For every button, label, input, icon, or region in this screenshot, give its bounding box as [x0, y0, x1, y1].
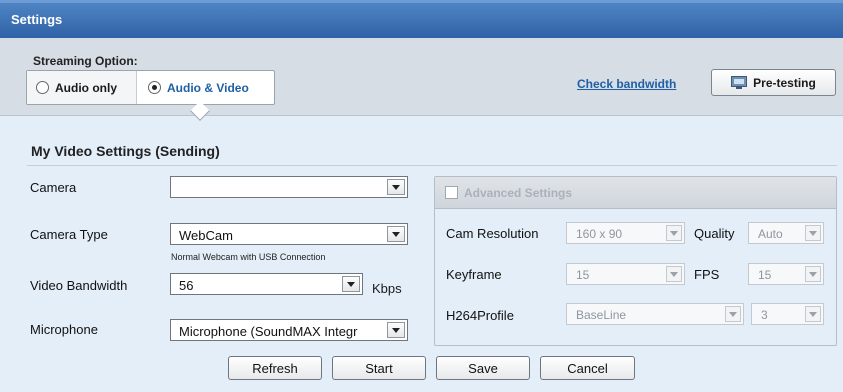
- camera-type-label: Camera Type: [30, 227, 108, 242]
- chevron-down-icon[interactable]: [342, 276, 360, 292]
- fps-label: FPS: [694, 267, 720, 282]
- fps-select[interactable]: 15: [748, 263, 824, 285]
- advanced-settings-header: Advanced Settings: [435, 177, 836, 209]
- chevron-down-icon[interactable]: [725, 306, 741, 322]
- streaming-option-band: Streaming Option: Audio only Audio & Vid…: [0, 38, 843, 121]
- camera-type-hint: Normal Webcam with USB Connection: [171, 252, 326, 262]
- radio-audio-only[interactable]: Audio only: [27, 71, 137, 104]
- h264-profile-value: BaseLine: [576, 308, 627, 322]
- cam-resolution-value: 160 x 90: [576, 227, 623, 241]
- chevron-down-icon[interactable]: [666, 225, 682, 241]
- advanced-settings-panel: Advanced Settings Cam Resolution 160 x 9…: [434, 176, 837, 346]
- quality-label: Quality: [694, 226, 735, 241]
- h264-profile-select[interactable]: BaseLine: [566, 303, 744, 325]
- section-divider: [27, 165, 837, 166]
- video-bandwidth-label: Video Bandwidth: [30, 278, 128, 293]
- cam-resolution-label: Cam Resolution: [446, 226, 539, 241]
- refresh-button[interactable]: Refresh: [228, 356, 322, 380]
- radio-audio-video-circle[interactable]: [148, 81, 161, 94]
- start-button[interactable]: Start: [332, 356, 426, 380]
- chevron-down-icon[interactable]: [805, 306, 821, 322]
- chevron-down-icon[interactable]: [805, 266, 821, 282]
- fps-value: 15: [758, 268, 772, 282]
- window-title-bar: Settings: [0, 0, 843, 38]
- microphone-label: Microphone: [30, 322, 98, 337]
- chevron-down-icon[interactable]: [805, 225, 821, 241]
- microphone-value: Microphone (SoundMAX Integr: [179, 324, 358, 339]
- streaming-option-radio-group: Audio only Audio & Video: [26, 70, 275, 105]
- cam-resolution-select[interactable]: 160 x 90: [566, 222, 685, 244]
- camera-type-value: WebCam: [179, 228, 233, 243]
- h264-profile-label: H264Profile: [446, 308, 514, 323]
- check-bandwidth-link[interactable]: Check bandwidth: [577, 77, 676, 91]
- keyframe-value: 15: [576, 268, 590, 282]
- video-bandwidth-select[interactable]: 56: [170, 273, 363, 295]
- video-bandwidth-value: 56: [179, 278, 194, 293]
- advanced-settings-title: Advanced Settings: [464, 186, 573, 200]
- pre-testing-button[interactable]: Pre-testing: [711, 69, 836, 96]
- camera-label: Camera: [30, 180, 77, 195]
- camera-type-select[interactable]: WebCam: [170, 223, 408, 245]
- radio-audio-video-label: Audio & Video: [167, 80, 249, 95]
- chevron-down-icon[interactable]: [387, 226, 405, 242]
- monitor-icon: [731, 76, 748, 89]
- streaming-option-label: Streaming Option:: [33, 54, 138, 68]
- keyframe-label: Keyframe: [446, 267, 502, 282]
- advanced-settings-checkbox[interactable]: [445, 186, 458, 199]
- quality-select[interactable]: Auto: [748, 222, 824, 244]
- quality-value: Auto: [758, 227, 783, 241]
- chevron-down-icon[interactable]: [666, 266, 682, 282]
- chevron-down-icon[interactable]: [387, 322, 405, 338]
- radio-audio-video[interactable]: Audio & Video: [138, 71, 274, 104]
- window-title: Settings: [11, 12, 63, 27]
- h264-level-value: 3: [761, 308, 768, 322]
- pre-testing-label: Pre-testing: [753, 75, 816, 90]
- save-button[interactable]: Save: [436, 356, 530, 380]
- microphone-select[interactable]: Microphone (SoundMAX Integr: [170, 319, 408, 341]
- chevron-down-icon[interactable]: [387, 179, 405, 195]
- radio-audio-only-label: Audio only: [55, 80, 117, 95]
- bandwidth-unit: Kbps: [372, 281, 402, 296]
- cancel-button[interactable]: Cancel: [540, 356, 635, 380]
- h264-level-select[interactable]: 3: [751, 303, 824, 325]
- video-settings-title: My Video Settings (Sending): [31, 143, 220, 159]
- radio-audio-only-circle[interactable]: [36, 81, 49, 94]
- camera-select[interactable]: [170, 176, 408, 198]
- keyframe-select[interactable]: 15: [566, 263, 685, 285]
